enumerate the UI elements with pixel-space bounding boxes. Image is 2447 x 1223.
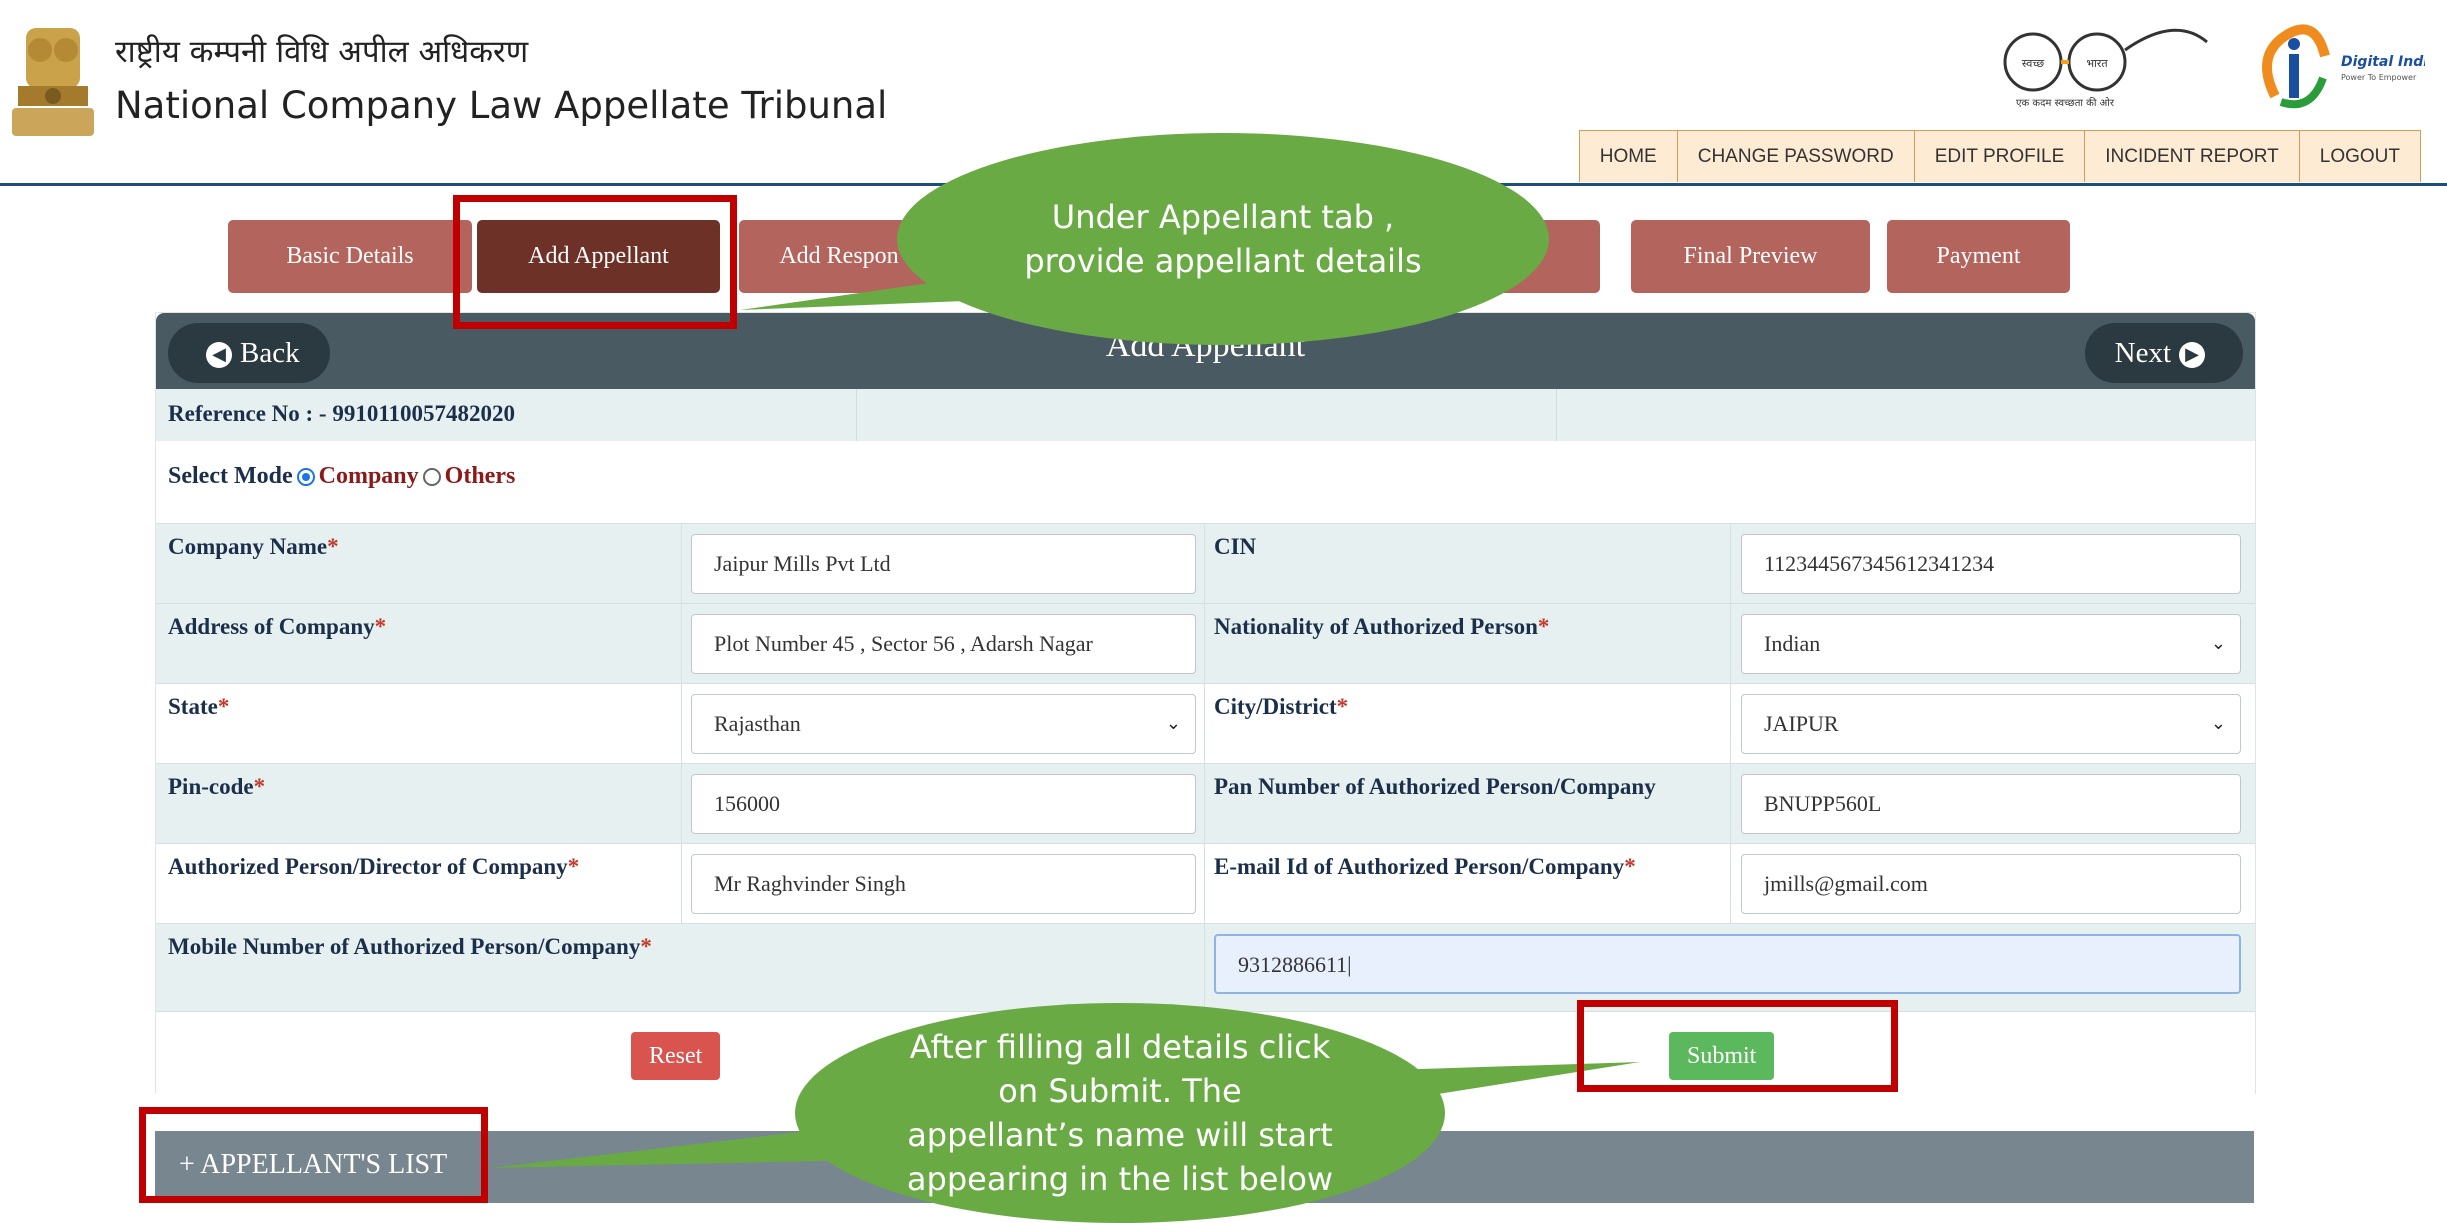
callout-under-appellant-tab: Under Appellant tab , provide appellant … <box>897 133 1549 345</box>
callout-submit-instruction: After filling all details click on Submi… <box>795 1003 1445 1223</box>
highlight-submit <box>1577 1000 1898 1092</box>
highlight-appellant-list <box>139 1107 488 1203</box>
highlight-add-appellant <box>453 195 737 329</box>
